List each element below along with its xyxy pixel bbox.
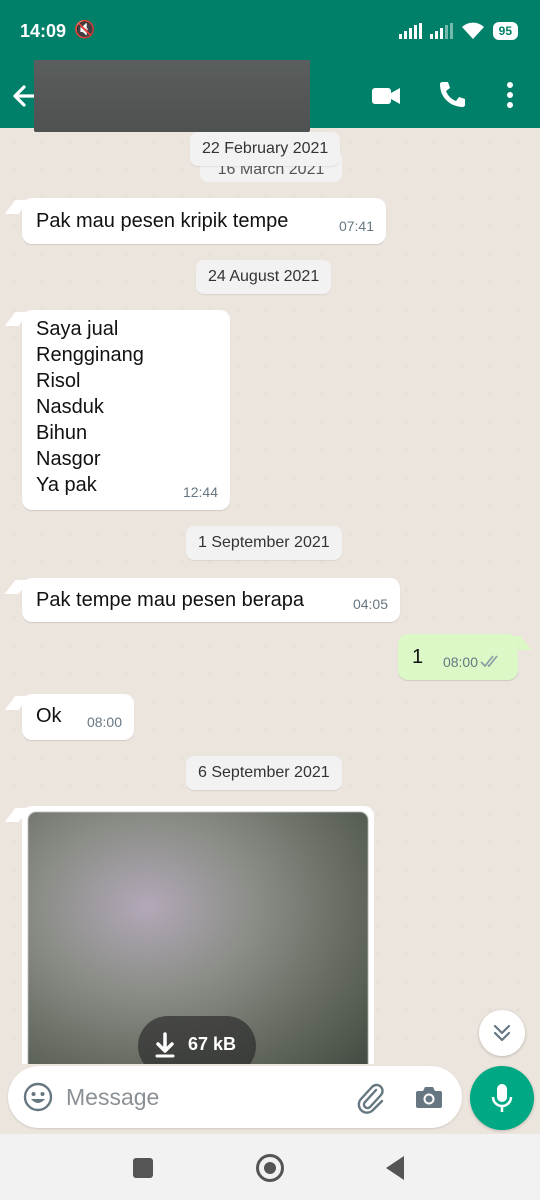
message-text: Saya jual Rengginang Risol Nasduk Bihun … — [36, 318, 144, 496]
phone-icon[interactable] — [436, 78, 466, 110]
message-time: 08:00 — [86, 714, 122, 730]
emoji-icon[interactable] — [22, 1081, 54, 1113]
double-check-icon — [480, 655, 498, 668]
home-icon[interactable] — [256, 1154, 284, 1182]
status-right-icons: 95 — [398, 22, 518, 40]
muted-icon: 🔇 — [74, 20, 102, 39]
date-chip: 6 September 2021 — [186, 756, 342, 790]
recents-icon[interactable] — [133, 1158, 153, 1178]
camera-icon[interactable] — [414, 1082, 444, 1112]
status-notification-icons: 🔇 — [74, 20, 101, 40]
signal-icon — [398, 23, 422, 39]
system-nav-bar — [0, 1134, 540, 1200]
chat-area[interactable]: 16 March 2021 22 February 2021 Pak mau p… — [0, 128, 540, 1064]
video-call-icon[interactable] — [370, 80, 402, 112]
message-time: 12:44 — [182, 484, 218, 500]
voice-record-button[interactable] — [470, 1066, 534, 1130]
message-bubble-incoming[interactable]: Ok 08:00 — [22, 694, 134, 740]
message-time: 04:05 — [352, 596, 388, 612]
message-text: Ok — [36, 705, 62, 727]
message-bubble-outgoing[interactable]: 1 08:00 — [398, 634, 518, 680]
message-time: 08:00 — [442, 654, 478, 670]
menu-icon[interactable] — [498, 78, 522, 112]
date-chip: 22 February 2021 — [190, 132, 341, 166]
scroll-to-bottom-button[interactable] — [479, 1010, 525, 1056]
message-bubble-incoming[interactable]: Pak tempe mau pesen berapa 04:05 — [22, 578, 400, 622]
download-size: 67 kB — [188, 1034, 237, 1054]
date-chip: 24 August 2021 — [196, 260, 332, 294]
message-bubble-incoming[interactable]: Pak mau pesen kripik tempe 07:41 — [22, 198, 386, 244]
download-icon — [155, 1032, 175, 1058]
paperclip-icon[interactable] — [354, 1080, 386, 1114]
date-chip-text: 24 August 2021 — [208, 268, 320, 285]
image-message[interactable]: 67 kB — [22, 806, 374, 1064]
chevron-double-down-icon — [493, 1024, 511, 1042]
status-bar: 14:09 🔇 95 — [0, 0, 540, 64]
message-time: 07:41 — [338, 218, 374, 234]
date-chip-text: 22 February 2021 — [202, 140, 329, 157]
battery-icon: 95 — [492, 22, 518, 40]
message-input[interactable] — [66, 1078, 336, 1116]
date-chip: 1 September 2021 — [186, 526, 342, 560]
message-bubble-incoming[interactable]: Saya jual Rengginang Risol Nasduk Bihun … — [22, 310, 230, 510]
message-composer — [8, 1066, 462, 1128]
message-text: Pak mau pesen kripik tempe — [36, 210, 289, 232]
message-text: 1 — [412, 646, 424, 668]
nav-back-icon[interactable] — [386, 1156, 404, 1180]
microphone-icon — [491, 1084, 513, 1112]
redacted-contact-name — [34, 60, 310, 132]
wifi-icon — [461, 22, 484, 39]
signal-icon-2 — [429, 23, 453, 39]
message-text: Pak tempe mau pesen berapa — [36, 589, 304, 611]
date-chip-text: 1 September 2021 — [198, 534, 330, 551]
date-chip-text: 6 September 2021 — [198, 764, 330, 781]
status-time: 14:09 — [20, 21, 67, 41]
download-button[interactable]: 67 kB — [138, 1016, 256, 1064]
